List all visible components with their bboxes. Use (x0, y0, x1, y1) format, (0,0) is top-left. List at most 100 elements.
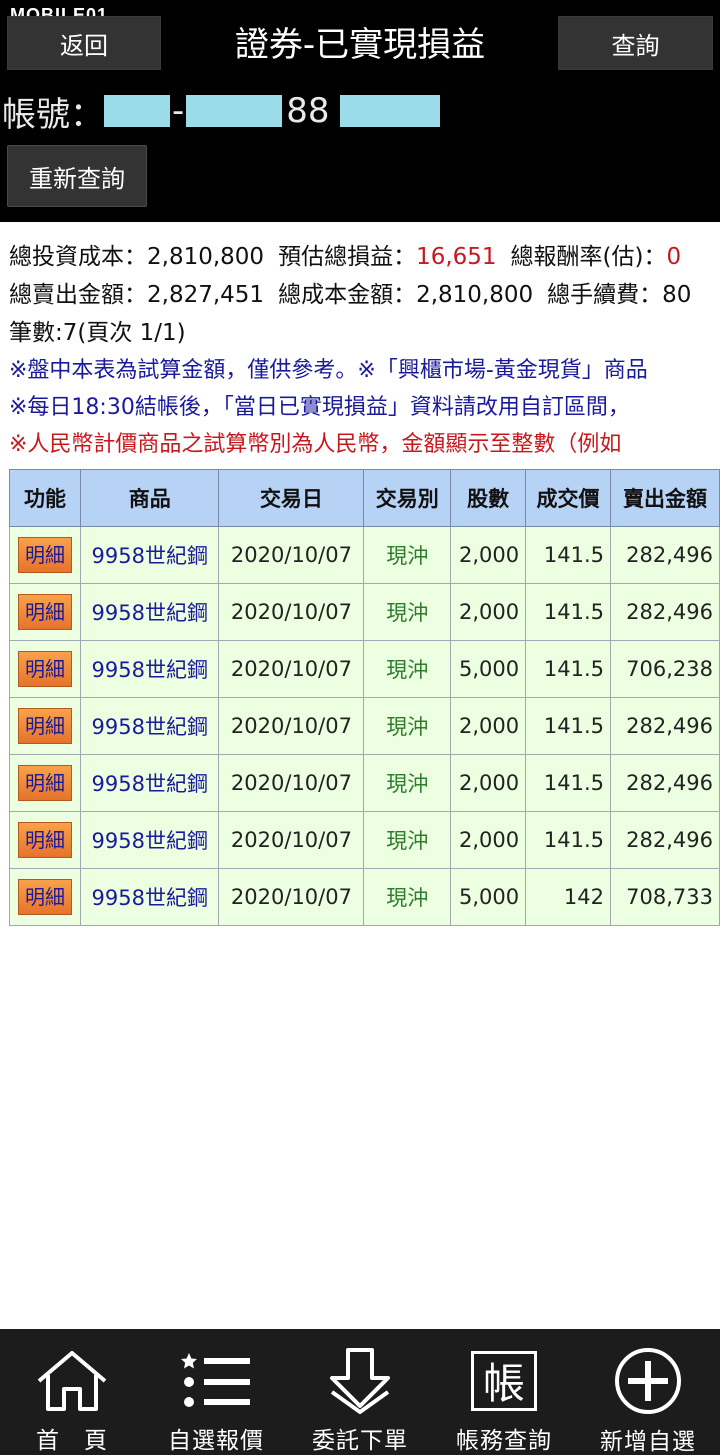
cell-product[interactable]: 9958世紀鋼 (79, 640, 220, 698)
nav-item-account-query[interactable]: 帳 帳務查詢 (432, 1329, 576, 1455)
nav-item-home[interactable]: 首 頁 (0, 1329, 144, 1455)
table-row[interactable]: 明細 9958世紀鋼 2020/10/07 現沖 2,000 141.5 282… (9, 583, 720, 641)
account-ledger-icon: 帳 (471, 1347, 537, 1414)
account-digits: 88 (286, 91, 330, 131)
summary-line-1: 總投資成本：2,810,800 預估總損益：16,651 總報酬率(估)：0 (9, 238, 720, 276)
detail-button[interactable]: 明細 (17, 765, 72, 801)
cell-trade-type: 現沖 (363, 526, 452, 584)
cell-sell-amount: 708,733 (610, 868, 720, 926)
back-button[interactable]: 返回 (7, 16, 161, 70)
cell-trade-date: 2020/10/07 (218, 811, 365, 869)
add-circle-icon (614, 1347, 682, 1415)
cell-sell-amount: 282,496 (610, 754, 720, 812)
cell-function: 明細 (9, 697, 81, 755)
cell-price: 141.5 (525, 754, 611, 812)
cell-function: 明細 (9, 583, 81, 641)
cell-shares: 5,000 (450, 868, 527, 926)
cell-trade-date: 2020/10/07 (218, 640, 365, 698)
detail-button[interactable]: 明細 (17, 879, 72, 915)
total-cost-value: 2,810,800 (147, 244, 265, 270)
return-value: 0 (666, 244, 682, 270)
cell-product[interactable]: 9958世紀鋼 (79, 526, 220, 584)
cell-function: 明細 (9, 811, 81, 869)
account-mask-1 (104, 95, 170, 127)
note-rmb: ※人民幣計價商品之試算幣別為人民幣，金額顯示至整數（例如 (9, 432, 622, 457)
cell-trade-date: 2020/10/07 (218, 754, 365, 812)
cell-price: 141.5 (525, 583, 611, 641)
cell-trade-date: 2020/10/07 (218, 868, 365, 926)
nav-item-order[interactable]: 委託下單 (288, 1329, 432, 1455)
cell-price: 142 (525, 868, 611, 926)
detail-button[interactable]: 明細 (17, 651, 72, 687)
cell-shares: 2,000 (450, 526, 527, 584)
cell-shares: 2,000 (450, 583, 527, 641)
record-count: 筆數:7(頁次 1/1) (9, 320, 186, 346)
nav-label-order: 委託下單 (312, 1428, 408, 1454)
col-header-product: 商品 (79, 469, 220, 527)
col-header-function: 功能 (9, 469, 81, 527)
col-header-shares: 股數 (450, 469, 527, 527)
nav-label-add-watchlist: 新增自選 (600, 1429, 696, 1455)
table-row[interactable]: 明細 9958世紀鋼 2020/10/07 現沖 5,000 142 708,7… (9, 868, 720, 926)
total-principal-label: 總成本金額： (278, 282, 417, 308)
cell-trade-type: 現沖 (363, 754, 452, 812)
cell-sell-amount: 282,496 (610, 811, 720, 869)
detail-button[interactable]: 明細 (17, 822, 72, 858)
nav-item-watchlist[interactable]: 自選報價 (144, 1329, 288, 1455)
table-row[interactable]: 明細 9958世紀鋼 2020/10/07 現沖 5,000 141.5 706… (9, 640, 720, 698)
cell-product[interactable]: 9958世紀鋼 (79, 868, 220, 926)
cell-trade-date: 2020/10/07 (218, 526, 365, 584)
cell-trade-type: 現沖 (363, 868, 452, 926)
table-header-row: 功能 商品 交易日 交易別 股數 成交價 賣出金額 (9, 469, 720, 527)
cell-price: 141.5 (525, 640, 611, 698)
est-pnl-value: 16,651 (416, 244, 497, 270)
total-fee-label: 總手續費： (547, 282, 663, 308)
detail-button[interactable]: 明細 (17, 708, 72, 744)
note-intraday: ※盤中本表為試算金額，僅供參考。※「興櫃市場-黃金現貨」商品 (9, 358, 648, 383)
detail-button[interactable]: 明細 (17, 537, 72, 573)
total-cost-label: 總投資成本： (9, 244, 147, 270)
cell-product[interactable]: 9958世紀鋼 (79, 583, 220, 641)
cell-product[interactable]: 9958世紀鋼 (79, 754, 220, 812)
table-row[interactable]: 明細 9958世紀鋼 2020/10/07 現沖 2,000 141.5 282… (9, 811, 720, 869)
cell-trade-type: 現沖 (363, 640, 452, 698)
cell-shares: 2,000 (450, 754, 527, 812)
cell-product[interactable]: 9958世紀鋼 (79, 697, 220, 755)
col-header-trade-type: 交易別 (363, 469, 452, 527)
watchlist-icon (180, 1347, 252, 1414)
account-row: 帳號： - 88 (2, 88, 440, 135)
account-separator: - (172, 91, 185, 131)
cell-function: 明細 (9, 868, 81, 926)
cell-sell-amount: 706,238 (610, 640, 720, 698)
cell-shares: 2,000 (450, 697, 527, 755)
cell-function: 明細 (9, 754, 81, 812)
cell-trade-type: 現沖 (363, 811, 452, 869)
requery-button[interactable]: 重新查詢 (7, 145, 147, 207)
total-sell-value: 2,827,451 (147, 282, 265, 308)
cell-price: 141.5 (525, 697, 611, 755)
header-bar: MOBILE01 返回 證券-已實現損益 查詢 帳號： - 88 重新查詢 (0, 0, 720, 222)
cell-sell-amount: 282,496 (610, 583, 720, 641)
account-ledger-glyph: 帳 (471, 1350, 537, 1411)
summary-line-2: 總賣出金額：2,827,451 總成本金額：2,810,800 總手續費：80 (9, 276, 720, 314)
query-button[interactable]: 查詢 (558, 16, 713, 70)
cell-trade-date: 2020/10/07 (218, 583, 365, 641)
summary-panel: 總投資成本：2,810,800 預估總損益：16,651 總報酬率(估)：0 總賣出… (9, 238, 720, 463)
page-title: 證券-已實現損益 (234, 25, 486, 65)
col-header-sell-amount: 賣出金額 (610, 469, 720, 527)
account-label: 帳號： (2, 94, 104, 135)
nav-item-add-watchlist[interactable]: 新增自選 (576, 1329, 720, 1455)
cell-function: 明細 (9, 640, 81, 698)
table-row[interactable]: 明細 9958世紀鋼 2020/10/07 現沖 2,000 141.5 282… (9, 754, 720, 812)
cell-shares: 5,000 (450, 640, 527, 698)
cell-trade-type: 現沖 (363, 583, 452, 641)
cell-shares: 2,000 (450, 811, 527, 869)
cell-sell-amount: 282,496 (610, 526, 720, 584)
cell-product[interactable]: 9958世紀鋼 (79, 811, 220, 869)
detail-button[interactable]: 明細 (17, 594, 72, 630)
table-row[interactable]: 明細 9958世紀鋼 2020/10/07 現沖 2,000 141.5 282… (9, 526, 720, 584)
realized-pnl-table: 功能 商品 交易日 交易別 股數 成交價 賣出金額 明細 9958世紀鋼 202… (9, 469, 720, 926)
cell-price: 141.5 (525, 526, 611, 584)
table-row[interactable]: 明細 9958世紀鋼 2020/10/07 現沖 2,000 141.5 282… (9, 697, 720, 755)
nav-label-home: 首 頁 (36, 1428, 108, 1454)
